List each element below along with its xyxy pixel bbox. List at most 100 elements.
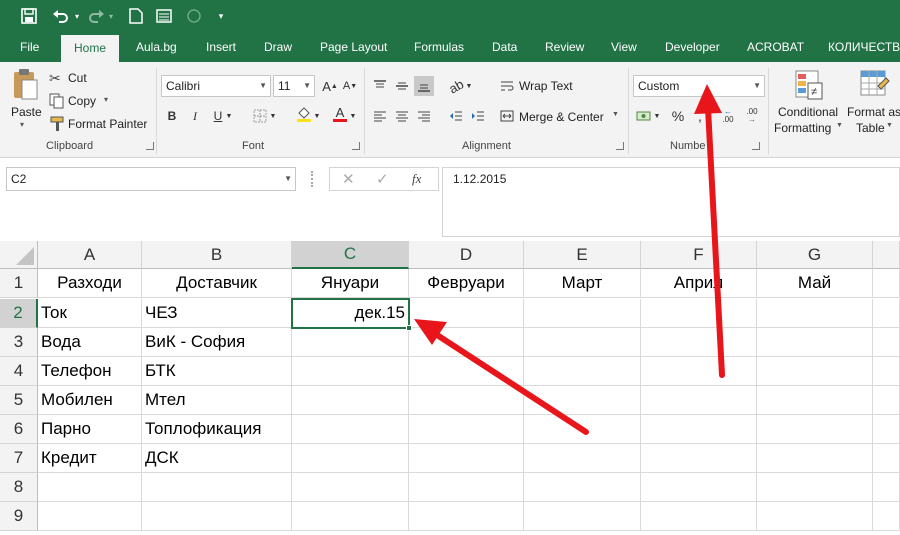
comma-style-icon[interactable]: ,: [690, 106, 710, 126]
row-header-5[interactable]: 5: [0, 386, 38, 415]
cell-e6[interactable]: [524, 415, 641, 444]
column-header-c[interactable]: C: [292, 241, 409, 269]
cell-b7[interactable]: ДСК: [142, 444, 292, 473]
redo-dropdown-icon[interactable]: ▾: [106, 6, 116, 26]
font-size-combo[interactable]: 11 ▼: [273, 75, 315, 97]
borders-icon[interactable]: [250, 106, 270, 126]
cell-g1[interactable]: Май: [757, 269, 873, 298]
underline-dropdown-icon[interactable]: ▼: [224, 106, 234, 126]
cell-a8[interactable]: [38, 473, 142, 502]
cell-c5[interactable]: [292, 386, 409, 415]
format-painter-button[interactable]: Format Painter: [68, 117, 147, 131]
cell-c1[interactable]: Януари: [292, 269, 409, 298]
tab-aula[interactable]: Aula.bg: [136, 32, 177, 62]
decrease-indent-icon[interactable]: [446, 106, 466, 126]
alignment-launcher-icon[interactable]: [616, 142, 624, 150]
cell-g3[interactable]: [757, 328, 873, 357]
align-right-icon[interactable]: [414, 106, 434, 126]
copy-dropdown-icon[interactable]: ▾: [104, 95, 108, 104]
row-header-2[interactable]: 2: [0, 299, 38, 328]
column-header-h[interactable]: [873, 241, 900, 269]
tab-formulas[interactable]: Formulas: [414, 32, 464, 62]
cell-e1[interactable]: Март: [524, 269, 641, 298]
format-as-table-icon[interactable]: [860, 70, 890, 100]
cell-a7[interactable]: Кредит: [38, 444, 142, 473]
cell-h3[interactable]: [873, 328, 900, 357]
accounting-format-icon[interactable]: [634, 106, 654, 126]
cell-d3[interactable]: [409, 328, 524, 357]
cell-e8[interactable]: [524, 473, 641, 502]
cell-g7[interactable]: [757, 444, 873, 473]
cell-b9[interactable]: [142, 502, 292, 531]
cell-f5[interactable]: [641, 386, 757, 415]
tab-review[interactable]: Review: [545, 32, 584, 62]
column-header-d[interactable]: D: [409, 241, 524, 269]
cell-a3[interactable]: Вода: [38, 328, 142, 357]
tab-draw[interactable]: Draw: [264, 32, 292, 62]
copy-button[interactable]: Copy: [68, 94, 96, 108]
cell-b5[interactable]: Мтел: [142, 386, 292, 415]
wrap-text-button[interactable]: Wrap Text: [519, 79, 573, 93]
percent-style-icon[interactable]: %: [668, 106, 688, 126]
conditional-formatting-line-1[interactable]: Conditional: [778, 105, 838, 119]
clipboard-launcher-icon[interactable]: [146, 142, 154, 150]
row-header-7[interactable]: 7: [0, 444, 38, 473]
cell-f2[interactable]: [641, 299, 757, 328]
cell-h6[interactable]: [873, 415, 900, 444]
cell-h7[interactable]: [873, 444, 900, 473]
conditional-formatting-icon[interactable]: ≠: [795, 70, 823, 100]
cell-f1[interactable]: Април: [641, 269, 757, 298]
cell-c3[interactable]: [292, 328, 409, 357]
cell-f8[interactable]: [641, 473, 757, 502]
format-as-table-line-1[interactable]: Format as: [847, 105, 900, 119]
enter-icon[interactable]: ✓: [376, 170, 389, 188]
merge-center-icon[interactable]: [497, 106, 517, 126]
cell-e4[interactable]: [524, 357, 641, 386]
cell-b6[interactable]: Топлофикация: [142, 415, 292, 444]
cell-h2[interactable]: [873, 299, 900, 328]
cell-c4[interactable]: [292, 357, 409, 386]
cell-d2[interactable]: [409, 299, 524, 328]
tab-acrobat[interactable]: ACROBAT: [747, 32, 804, 62]
redo-icon[interactable]: [86, 6, 106, 26]
row-header-8[interactable]: 8: [0, 473, 38, 502]
cell-g4[interactable]: [757, 357, 873, 386]
decrease-font-icon[interactable]: A ▼: [340, 76, 360, 96]
cell-a9[interactable]: [38, 502, 142, 531]
italic-button[interactable]: I: [185, 106, 205, 126]
tab-developer[interactable]: Developer: [665, 32, 720, 62]
name-box[interactable]: C2 ▼: [6, 167, 296, 191]
column-header-b[interactable]: B: [142, 241, 292, 269]
paste-button[interactable]: Paste: [11, 105, 42, 119]
column-header-e[interactable]: E: [524, 241, 641, 269]
cancel-icon[interactable]: ✕: [342, 170, 355, 188]
cell-b3[interactable]: ВиК - София: [142, 328, 292, 357]
tab-view[interactable]: View: [611, 32, 637, 62]
row-header-4[interactable]: 4: [0, 357, 38, 386]
align-center-icon[interactable]: [392, 106, 412, 126]
cell-c8[interactable]: [292, 473, 409, 502]
borders-dropdown-icon[interactable]: ▼: [268, 106, 278, 126]
cell-b8[interactable]: [142, 473, 292, 502]
cell-e7[interactable]: [524, 444, 641, 473]
cell-h8[interactable]: [873, 473, 900, 502]
orientation-dropdown-icon[interactable]: ▼: [464, 76, 474, 96]
row-header-6[interactable]: 6: [0, 415, 38, 444]
cell-a1[interactable]: Разходи: [38, 269, 142, 298]
cell-d6[interactable]: [409, 415, 524, 444]
save-icon[interactable]: [18, 6, 40, 26]
cell-d5[interactable]: [409, 386, 524, 415]
formula-bar-grip[interactable]: [311, 171, 315, 187]
cell-e9[interactable]: [524, 502, 641, 531]
cell-g9[interactable]: [757, 502, 873, 531]
conditional-formatting-line-2[interactable]: Formatting: [774, 121, 831, 135]
tab-insert[interactable]: Insert: [206, 32, 236, 62]
font-launcher-icon[interactable]: [352, 142, 360, 150]
new-file-icon[interactable]: [126, 6, 146, 26]
cell-f4[interactable]: [641, 357, 757, 386]
cut-icon[interactable]: ✂: [49, 70, 65, 86]
cell-a6[interactable]: Парно: [38, 415, 142, 444]
decrease-decimal-icon[interactable]: .00 →: [742, 106, 762, 126]
font-color-dropdown-icon[interactable]: ▼: [348, 106, 358, 126]
cell-d1[interactable]: Февруари: [409, 269, 524, 298]
